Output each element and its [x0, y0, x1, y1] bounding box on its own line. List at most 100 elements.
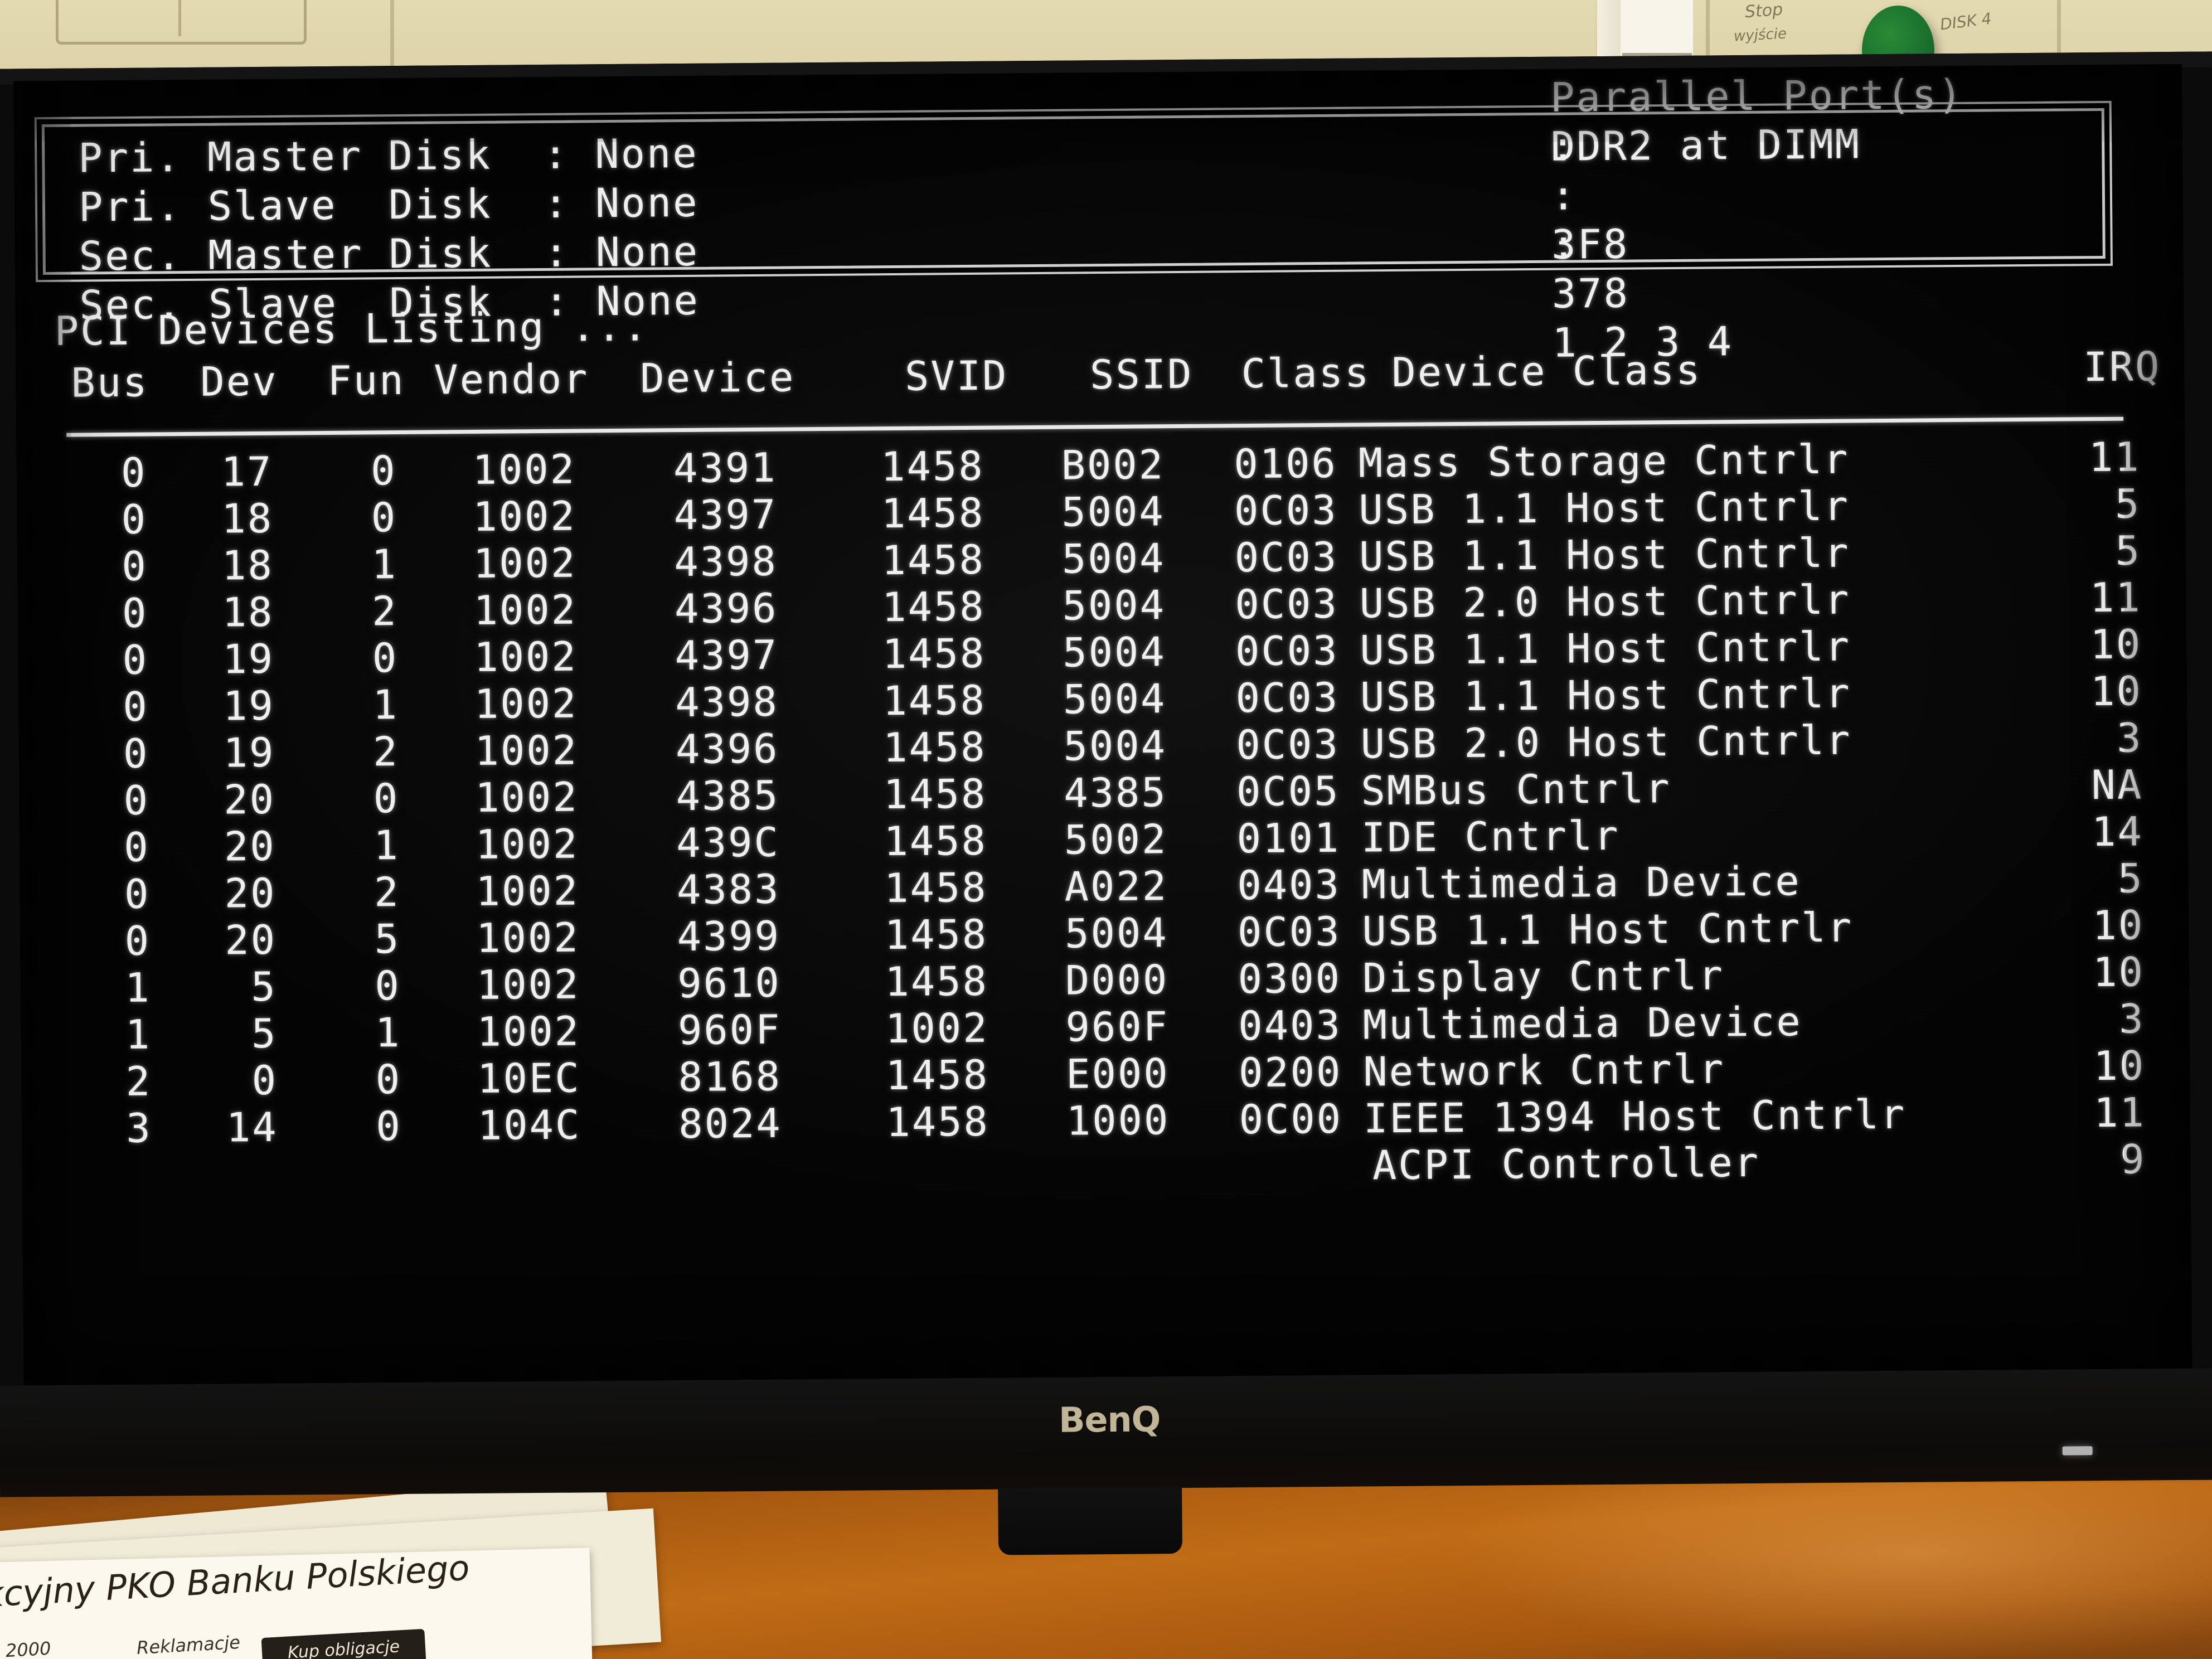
cell-device-class: Multimedia Device — [1361, 857, 1801, 908]
cell-ssid: 1000 — [1066, 1097, 1170, 1144]
cell-device-class: USB 1.1 Host Cntrlr — [1360, 670, 1852, 721]
cell-irq: 14 — [2091, 808, 2144, 856]
cell-vendor: 1002 — [472, 445, 576, 493]
cell-class: 0C03 — [1235, 580, 1339, 628]
wall-note-2: wyjście — [1733, 25, 1787, 45]
cell-class: 0C00 — [1239, 1095, 1343, 1143]
cell-ssid: 5004 — [1062, 581, 1166, 629]
cell-svid: 1458 — [884, 864, 988, 912]
cell-class: 0C03 — [1235, 673, 1340, 722]
pri-slave-disk-label: Pri. Slave Disk — [78, 180, 492, 231]
cell-svid: 1458 — [885, 1051, 989, 1099]
cell-ssid: 5004 — [1062, 628, 1166, 676]
cell-ssid: D000 — [1065, 956, 1169, 1004]
cell-device-class: USB 2.0 Host Cntrlr — [1359, 576, 1851, 627]
wall-marking-divider — [178, 0, 181, 36]
cell-fun: 0 — [372, 634, 399, 682]
cell-vendor: 1002 — [473, 633, 578, 681]
cell-fun: 1 — [375, 1008, 401, 1056]
cell-dev: 20 — [225, 916, 277, 964]
cell-fun: 2 — [371, 588, 398, 635]
cell-vendor: 104C — [477, 1101, 581, 1149]
cell-dev: 20 — [224, 822, 276, 870]
cell-irq: NA — [2091, 761, 2143, 809]
cell-vendor: 1002 — [477, 1007, 581, 1055]
pci-listing-title: PCI Devices Listing ... — [54, 303, 649, 355]
cell-dev: 18 — [222, 588, 274, 636]
power-led-indicator[interactable] — [2062, 1446, 2093, 1456]
system-summary-box: Pri. Master Disk : None Serial Port(s) : — [41, 64, 2106, 366]
summary-sep: : — [1551, 221, 1578, 268]
cell-svid: 1458 — [883, 770, 987, 818]
cell-vendor: 1002 — [476, 867, 580, 915]
cell-fun: 5 — [374, 915, 401, 963]
cell-device: 4396 — [674, 584, 778, 633]
cell-fun: 1 — [372, 681, 399, 729]
cell-ssid: 5004 — [1063, 722, 1167, 770]
pri-master-disk-value: None — [594, 129, 698, 178]
cell-irq: 10 — [2090, 620, 2142, 668]
cell-device: 9610 — [677, 959, 782, 1007]
benq-monitor: Pri. Master Disk : None Serial Port(s) : — [0, 51, 2212, 1555]
cell-svid: 1458 — [882, 723, 987, 772]
cell-irq: 5 — [2115, 527, 2142, 574]
cell-fun: 0 — [376, 1102, 402, 1150]
wall-marking — [56, 0, 307, 45]
cell-bus: 0 — [122, 636, 149, 683]
cell-vendor: 1002 — [474, 680, 578, 727]
pri-slave-disk-value: None — [595, 178, 699, 227]
cell-svid: 1458 — [884, 817, 988, 865]
cell-dev: 0 — [251, 1056, 278, 1104]
cell-vendor: 1002 — [474, 773, 579, 821]
cell-fun: 0 — [371, 494, 397, 541]
cell-bus: 0 — [124, 917, 151, 964]
cell-device: 4396 — [675, 725, 779, 773]
cell-irq: 3 — [2116, 714, 2143, 761]
cell-device-class: USB 1.1 Host Cntrlr — [1360, 623, 1851, 674]
cell-class: 0403 — [1237, 861, 1341, 909]
summary-sep: : — [543, 130, 570, 178]
cell-fun: 0 — [375, 1055, 402, 1103]
pci-device-table: 0 17 0 1002 4391 1458 B002 0106 Mass Storage Cnt… — [55, 432, 2146, 1197]
cell-ssid: B002 — [1061, 441, 1165, 489]
cell-bus: 1 — [124, 964, 152, 1011]
cell-device-class: Display Cntrlr — [1362, 952, 1725, 1002]
header-divider — [66, 416, 2124, 437]
cell-ssid: 4385 — [1063, 769, 1167, 817]
summary-sep: : — [544, 229, 570, 276]
cell-ssid: 5002 — [1064, 816, 1168, 864]
paper-left-label: 2000 — [5, 1637, 52, 1659]
cell-class: 0C03 — [1234, 533, 1338, 581]
cell-device: 8024 — [678, 1099, 783, 1148]
col-header-vendor: Vendor — [434, 355, 589, 404]
cell-class: 0101 — [1236, 814, 1341, 862]
cell-device-class: USB 2.0 Host Cntrlr — [1360, 716, 1852, 768]
cell-fun: 1 — [373, 822, 400, 869]
cell-device: 4398 — [675, 678, 779, 726]
cell-svid: 1458 — [881, 583, 986, 631]
ddr2-dimm-label: DDR2 at DIMM — [1550, 119, 1964, 170]
cell-ssid: E000 — [1065, 1050, 1170, 1098]
col-header-class: Class — [1241, 349, 1371, 397]
cell-class: 0C03 — [1234, 486, 1338, 535]
cell-fun: 0 — [370, 447, 397, 494]
cell-vendor: 1002 — [472, 492, 577, 540]
cell-svid: 1458 — [882, 629, 986, 678]
cell-irq: 11 — [2093, 1089, 2146, 1137]
cell-vendor: 1002 — [476, 914, 580, 962]
cell-device-class: USB 1.1 Host Cntrlr — [1362, 904, 1854, 955]
cell-bus: 0 — [121, 496, 148, 543]
cell-device-class: IEEE 1394 Host Cntrlr — [1363, 1090, 1907, 1142]
sec-master-disk-label: Sec. Master Disk — [79, 229, 493, 280]
cell-bus: 2 — [125, 1058, 152, 1105]
cell-svid: 1458 — [882, 676, 987, 725]
cell-device: 4398 — [674, 537, 778, 586]
cell-fun: 0 — [375, 962, 401, 1010]
cell-vendor: 1002 — [473, 586, 578, 634]
cell-irq: 11 — [2088, 433, 2141, 481]
monitor-stand-neck — [998, 1487, 1183, 1555]
col-header-ssid: SSID — [1089, 350, 1194, 399]
cell-dev: 20 — [224, 869, 276, 917]
cell-fun: 2 — [372, 728, 399, 775]
col-header-bus: Bus — [71, 358, 149, 406]
